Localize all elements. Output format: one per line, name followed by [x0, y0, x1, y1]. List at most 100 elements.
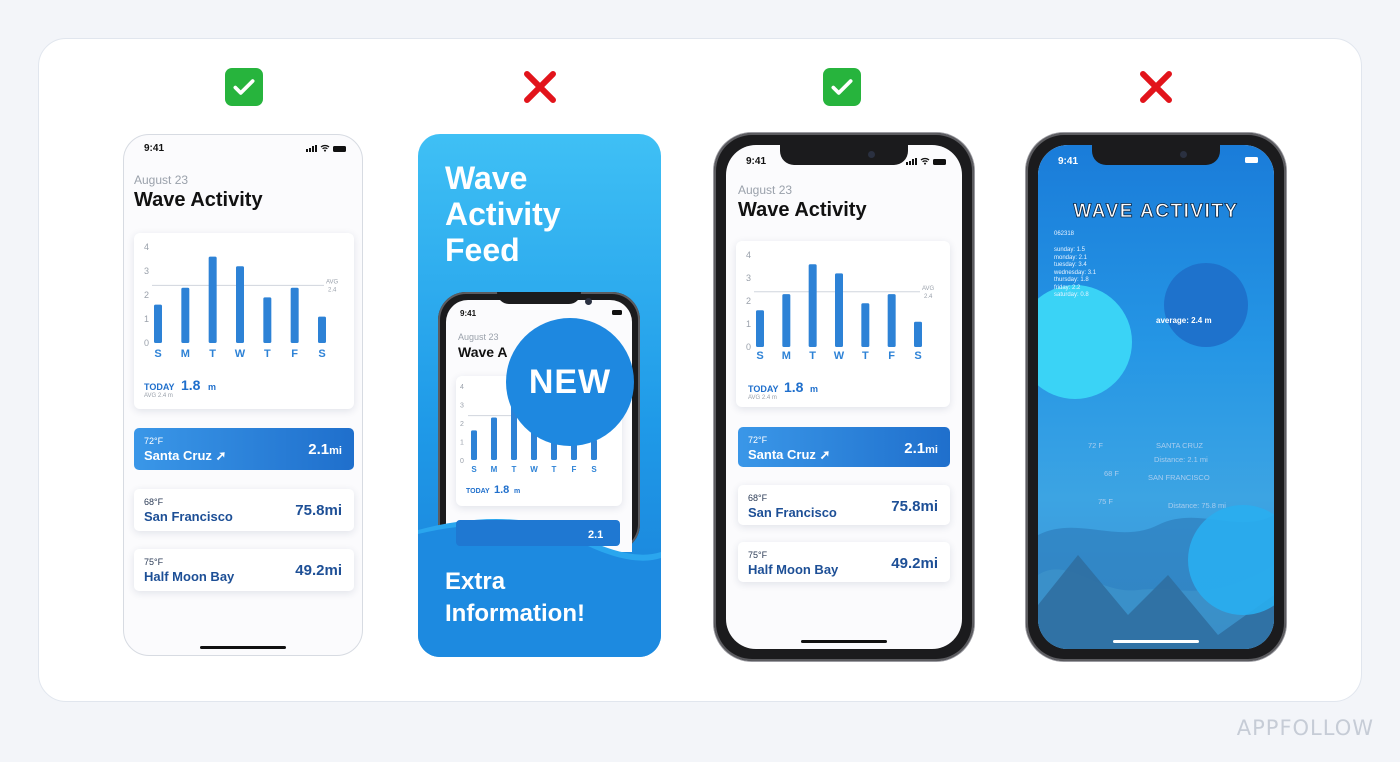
x-tick-label: F	[291, 348, 298, 360]
y-tick-label: 3	[460, 403, 464, 410]
x-tick-label: T	[552, 465, 557, 474]
signal-icon	[906, 158, 917, 165]
home-indicator	[801, 640, 887, 643]
chart-bar	[181, 287, 190, 343]
location-arrow-icon: ➚	[819, 447, 831, 462]
battery-icon	[333, 146, 346, 152]
new-badge: NEW	[506, 318, 634, 446]
chart-bar	[914, 321, 922, 347]
battery-icon	[1245, 157, 1258, 163]
location-arrow-icon: ➚	[215, 448, 227, 463]
watermark: APPFOLLOW	[1236, 716, 1374, 740]
wifi-icon	[920, 157, 930, 165]
avg-caption: AVG 2.4 m	[144, 393, 173, 399]
page-title: WAVE ACTIVITY	[1073, 201, 1239, 223]
y-tick-label: 3	[746, 273, 751, 283]
y-tick-label: 4	[144, 242, 149, 252]
chart-bar	[782, 294, 791, 347]
today-label: TODAY	[144, 382, 175, 392]
location-half-moon-bay[interactable]: 75°F Half Moon Bay 49.2mi	[738, 542, 950, 582]
chart-bar	[835, 273, 843, 347]
x-tick-label: T	[809, 350, 816, 362]
y-tick-label: 1	[144, 314, 149, 324]
x-tick-label: M	[181, 348, 190, 360]
x-tick-label: W	[530, 465, 538, 474]
chart-bar	[471, 430, 477, 460]
location-san-francisco[interactable]: 68°F San Francisco 75.8mi	[134, 489, 354, 531]
x-tick-label: F	[572, 465, 577, 474]
today-unit: m	[208, 382, 217, 392]
signal-icon	[306, 145, 317, 152]
chart-bar	[154, 304, 162, 343]
average-line-label: AVG	[326, 279, 339, 285]
average-line-value: 2.4	[924, 294, 933, 300]
x-tick-label: S	[154, 348, 161, 360]
home-indicator	[1113, 640, 1199, 643]
y-tick-label: 3	[144, 266, 149, 276]
mini-distance: 2.1	[588, 529, 603, 541]
chart-bar	[808, 264, 817, 347]
x-tick-label: S	[591, 465, 597, 474]
chart-bar	[236, 266, 244, 343]
x-tick-label: S	[471, 465, 477, 474]
cross-mark-icon	[1137, 68, 1175, 106]
code-label: 062318	[1054, 231, 1075, 237]
location-santa-cruz[interactable]: 72°F Santa Cruz ➚ 2.1mi	[134, 428, 354, 470]
location-half-moon-bay[interactable]: 75°F Half Moon Bay 49.2mi	[134, 549, 354, 591]
app-screenshot-good-1: 9:41 August 23 Wave Activity 0 1 2 3 4 AVG 2.4…	[123, 134, 363, 656]
x-tick-label: W	[834, 350, 845, 362]
average-line-value: 2.4	[328, 287, 337, 293]
chart-bar	[756, 310, 764, 347]
chart-bar	[591, 439, 597, 460]
y-tick-label: 0	[144, 338, 149, 348]
chart-bar	[263, 297, 272, 343]
chart-bar	[887, 294, 896, 347]
x-tick-label: M	[782, 350, 791, 362]
status-bar: 9:41	[144, 143, 346, 155]
chart-bar	[208, 256, 217, 343]
y-tick-label: 4	[460, 384, 464, 391]
x-tick-label: S	[756, 350, 763, 362]
chart-bar	[318, 316, 326, 343]
x-tick-label: F	[888, 350, 895, 362]
y-tick-label: 0	[746, 342, 751, 352]
y-tick-label: 4	[746, 250, 751, 260]
check-mark-icon	[225, 68, 263, 106]
location-san-francisco[interactable]: 68°F San Francisco 75.8mi	[738, 485, 950, 525]
decorative-circle	[1164, 263, 1248, 347]
check-mark-icon	[823, 68, 861, 106]
chart-bar	[491, 417, 497, 460]
y-tick-label: 1	[460, 440, 464, 447]
cross-mark-icon	[521, 68, 559, 106]
x-tick-label: M	[491, 465, 498, 474]
x-tick-label: T	[264, 348, 271, 360]
page-title: Wave Activity	[134, 189, 263, 211]
app-screenshot-bad-framed: 9:41 WAVE ACTIVITY 062318 sunday: 1.5 mo…	[1026, 133, 1286, 661]
x-tick-label: T	[209, 348, 216, 360]
x-tick-label: T	[512, 465, 517, 474]
y-tick-label: 2	[460, 421, 464, 428]
app-screenshot-good-framed: 9:41 August 23 Wave Activity 0 1 2 3 4 AVG 2.4…	[714, 133, 974, 661]
y-tick-label: 1	[746, 319, 751, 329]
chart-bar	[861, 303, 870, 347]
promo-title: Wave Activity Feed	[445, 160, 561, 268]
x-tick-label: W	[235, 348, 246, 360]
y-tick-label: 2	[746, 296, 751, 306]
average-line-label: AVG	[922, 286, 935, 292]
bar-chart: 0 1 2 3 4 AVG 2.4 S M T W T F S	[746, 250, 935, 362]
y-tick-label: 0	[460, 458, 464, 465]
x-tick-label: T	[862, 350, 869, 362]
location-santa-cruz[interactable]: 72°F Santa Cruz ➚ 2.1mi	[738, 427, 950, 467]
date-label: August 23	[134, 173, 189, 187]
weekday-list: sunday: 1.5 monday: 2.1 tuesday: 3.4 wed…	[1054, 247, 1097, 298]
chart-bar	[290, 287, 299, 343]
y-tick-label: 2	[144, 290, 149, 300]
page-title: Wave Activity	[738, 199, 867, 221]
x-tick-label: S	[318, 348, 325, 360]
battery-icon	[933, 159, 946, 165]
x-tick-label: S	[914, 350, 921, 362]
wifi-icon	[320, 144, 330, 152]
home-indicator	[200, 646, 286, 649]
today-value: 1.8	[181, 377, 201, 393]
promo-footer: Extra Information!	[445, 568, 585, 627]
